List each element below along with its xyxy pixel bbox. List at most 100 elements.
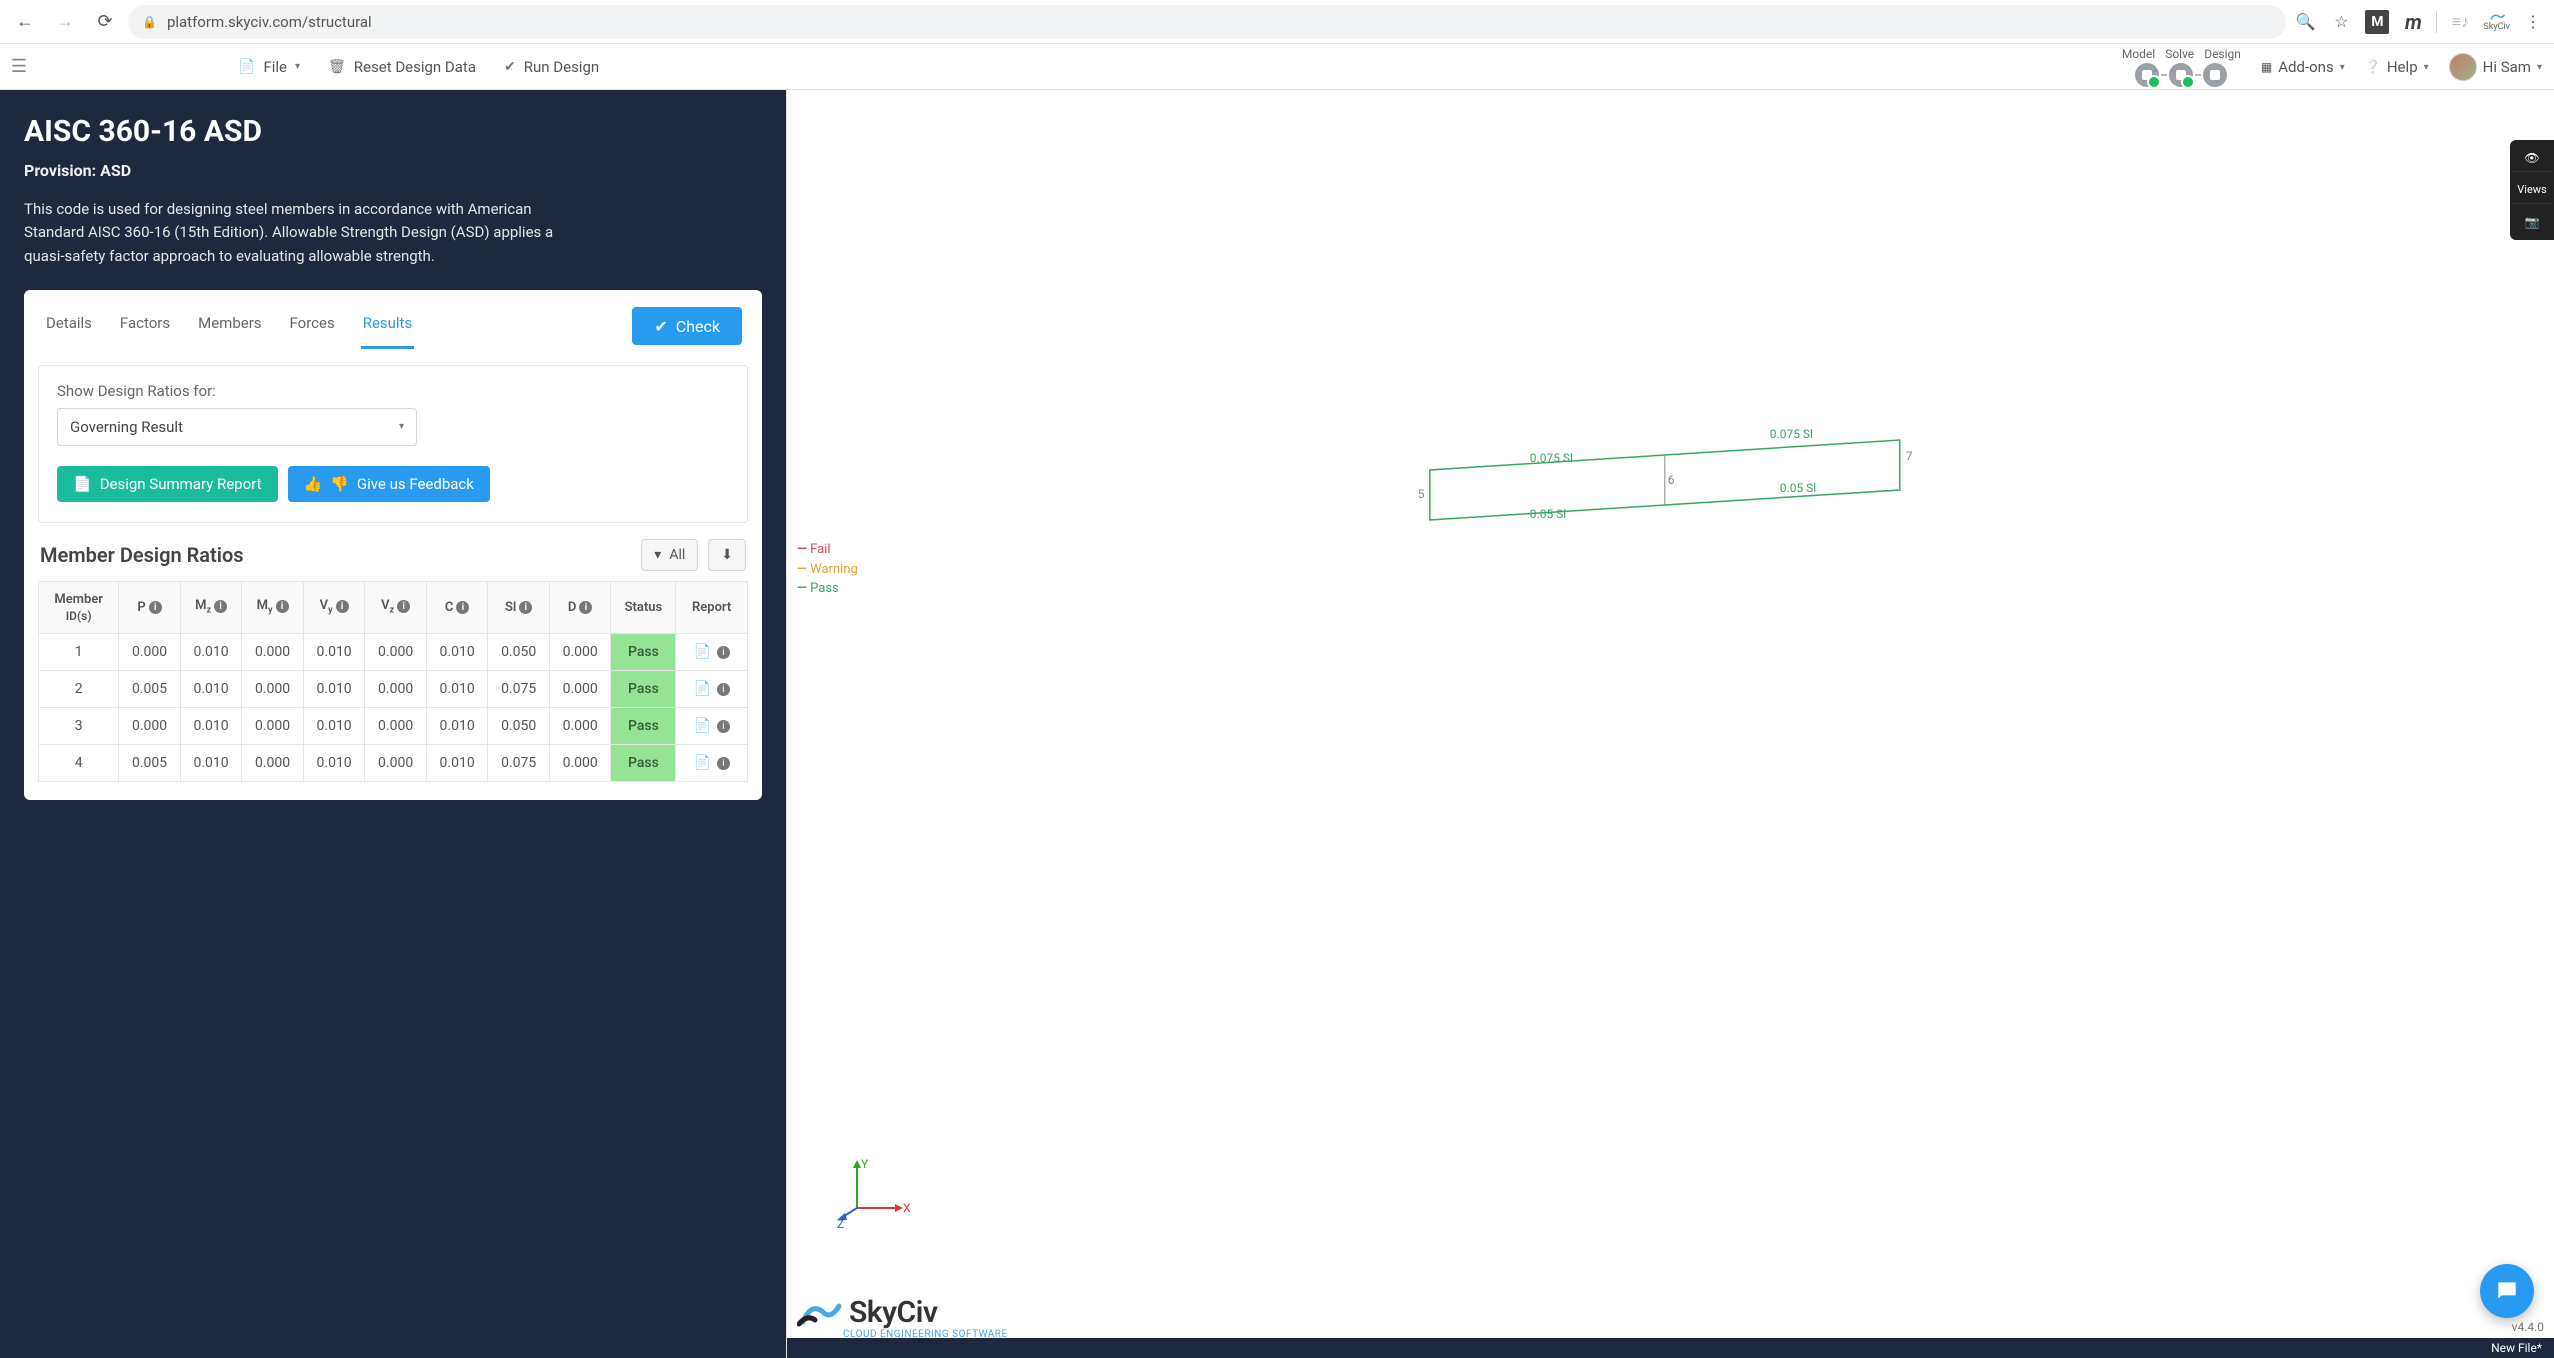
favorite-icon[interactable]: ☆: [2328, 9, 2354, 35]
step-solve-label: Solve: [2165, 47, 2194, 61]
info-icon[interactable]: i: [717, 683, 730, 696]
step-solve-icon[interactable]: [2169, 63, 2193, 87]
th-my: Myi: [242, 581, 304, 633]
report-file-icon[interactable]: 📄: [693, 681, 710, 697]
svg-text:5: 5: [1417, 487, 1424, 501]
svg-text:X: X: [903, 1201, 911, 1215]
th-p: Pi: [119, 581, 181, 633]
viewport-tools: 👁 Views 📷: [2510, 140, 2554, 240]
download-button[interactable]: ⬇: [708, 539, 746, 571]
download-icon: ⬇: [721, 547, 733, 563]
reset-design-data[interactable]: 🗑 Reset Design Data: [328, 58, 476, 76]
browser-menu-icon[interactable]: ⋮: [2520, 9, 2546, 35]
axes-gizmo[interactable]: Y X Z: [837, 1158, 917, 1228]
skyciv-extension[interactable]: SkyCiv: [2483, 11, 2510, 32]
tab-details[interactable]: Details: [44, 304, 94, 349]
th-vy: Vyi: [303, 581, 365, 633]
tab-forces[interactable]: Forces: [288, 304, 337, 349]
back-button[interactable]: ←: [8, 5, 42, 39]
info-icon[interactable]: i: [579, 601, 592, 614]
forward-button[interactable]: →: [48, 5, 82, 39]
hamburger-menu[interactable]: ☰: [0, 44, 38, 90]
run-label: Run Design: [524, 58, 599, 76]
info-icon[interactable]: i: [149, 601, 162, 614]
report-icon: 📄: [73, 475, 92, 493]
cell-p: 0.000: [119, 633, 181, 670]
design-title: AISC 360-16 ASD: [24, 114, 762, 149]
info-icon[interactable]: i: [717, 720, 730, 733]
app-right: Model Solve Design ▦ Add-ons ▾ ❔ Help ▾: [2122, 44, 2542, 90]
cell-d: 0.000: [549, 633, 611, 670]
cell-my: 0.000: [242, 707, 304, 744]
cell-sl: 0.050: [488, 633, 550, 670]
workflow-steps[interactable]: Model Solve Design: [2122, 47, 2241, 87]
info-icon[interactable]: i: [276, 600, 289, 613]
tab-factors[interactable]: Factors: [118, 304, 172, 349]
th-member: MemberID(s): [39, 581, 119, 633]
eye-icon[interactable]: 👁: [2512, 144, 2552, 172]
cell-mz: 0.010: [180, 670, 242, 707]
th-vz: Vzi: [365, 581, 427, 633]
app-top-bar: ☰ 📄 File ▾ 🗑 Reset Design Data ✔ Run Des…: [0, 44, 2554, 90]
design-summary-report-button[interactable]: 📄 Design Summary Report: [57, 466, 278, 502]
views-button[interactable]: Views: [2512, 176, 2552, 204]
info-icon[interactable]: i: [456, 601, 469, 614]
cell-vz: 0.000: [365, 744, 427, 781]
cell-status: Pass: [611, 633, 676, 670]
avatar: [2449, 53, 2477, 81]
filter-all-button[interactable]: ▾ All: [641, 539, 698, 571]
status-bar: New File*: [787, 1338, 2554, 1358]
extension-lines-icon[interactable]: ≡♪: [2447, 9, 2473, 35]
camera-icon[interactable]: 📷: [2512, 208, 2552, 236]
search-page-icon[interactable]: 🔍: [2292, 9, 2318, 35]
cell-id: 1: [39, 633, 119, 670]
tab-results[interactable]: Results: [361, 304, 415, 349]
cell-id: 3: [39, 707, 119, 744]
help-menu[interactable]: ❔ Help ▾: [2365, 58, 2429, 76]
th-sl: Sli: [488, 581, 550, 633]
info-icon[interactable]: i: [214, 600, 227, 613]
user-menu[interactable]: Hi Sam ▾: [2449, 53, 2542, 81]
give-feedback-button[interactable]: 👍 👎 Give us Feedback: [288, 466, 490, 502]
url-text: platform.skyciv.com/structural: [167, 13, 372, 31]
cell-sl: 0.050: [488, 707, 550, 744]
url-box[interactable]: 🔒 platform.skyciv.com/structural: [128, 5, 2286, 39]
info-icon[interactable]: i: [519, 601, 532, 614]
check-button[interactable]: ✔ Check: [632, 307, 742, 345]
cell-c: 0.010: [426, 633, 488, 670]
cell-vy: 0.010: [303, 670, 365, 707]
reload-button[interactable]: ⟳: [88, 5, 122, 39]
logo-text: SkyCiv: [849, 1295, 937, 1330]
help-label: Help: [2387, 58, 2418, 76]
ratio-select[interactable]: Governing Result ▾: [57, 408, 417, 446]
cell-status: Pass: [611, 707, 676, 744]
addons-menu[interactable]: ▦ Add-ons ▾: [2261, 58, 2345, 76]
info-icon[interactable]: i: [397, 600, 410, 613]
chat-fab[interactable]: [2480, 1264, 2534, 1318]
skyciv-logo: SkyCiv: [797, 1294, 937, 1330]
cell-vz: 0.000: [365, 707, 427, 744]
info-icon[interactable]: i: [717, 646, 730, 659]
th-mz: Mzi: [180, 581, 242, 633]
tab-members[interactable]: Members: [196, 304, 263, 349]
th-status: Status: [611, 581, 676, 633]
file-menu[interactable]: 📄 File ▾: [238, 58, 300, 76]
report-file-icon[interactable]: 📄: [693, 644, 710, 660]
extension-m-box[interactable]: M: [2364, 9, 2390, 35]
browser-address-bar: ← → ⟳ 🔒 platform.skyciv.com/structural 🔍…: [0, 0, 2554, 44]
th-c: Ci: [426, 581, 488, 633]
info-icon[interactable]: i: [336, 600, 349, 613]
run-design[interactable]: ✔ Run Design: [504, 58, 599, 76]
step-model-icon[interactable]: [2135, 63, 2159, 87]
cell-vy: 0.010: [303, 744, 365, 781]
extension-m-italic[interactable]: m: [2400, 9, 2426, 35]
model-viewport[interactable]: 👁 Views 📷 0.075 Sl 0.075 Sl 0.05 Sl 0.05…: [786, 90, 2554, 1358]
info-icon[interactable]: i: [717, 757, 730, 770]
cell-my: 0.000: [242, 744, 304, 781]
step-design-icon[interactable]: [2203, 63, 2227, 87]
report-file-icon[interactable]: 📄: [693, 718, 710, 734]
legend-pass: Pass: [797, 579, 858, 599]
svg-text:0.075 Sl: 0.075 Sl: [1769, 427, 1812, 441]
filter-label: Show Design Ratios for:: [57, 382, 729, 400]
report-file-icon[interactable]: 📄: [693, 755, 710, 771]
